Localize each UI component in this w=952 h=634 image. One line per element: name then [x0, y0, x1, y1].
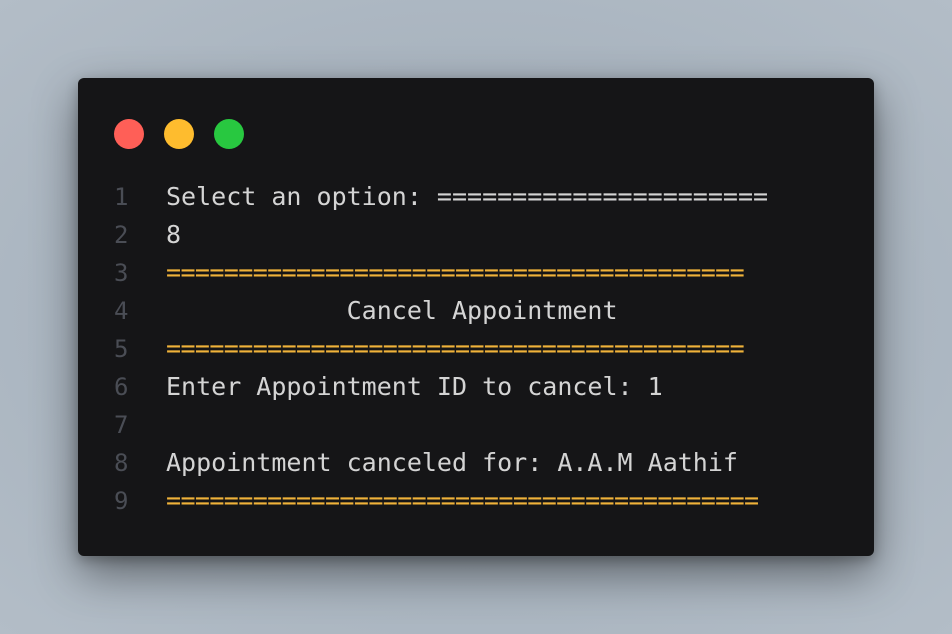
- close-button[interactable]: [114, 119, 144, 149]
- separator-line: ========================================…: [166, 486, 759, 515]
- maximize-button[interactable]: [214, 119, 244, 149]
- minimize-button[interactable]: [164, 119, 194, 149]
- line-number: 4: [114, 297, 129, 325]
- code-line: 9 ======================================…: [78, 482, 874, 520]
- line-number: 8: [114, 449, 129, 477]
- line-number: 6: [114, 373, 129, 401]
- code-line: 1 Select an option: ====================…: [78, 178, 874, 216]
- line-number: 3: [114, 259, 129, 287]
- line-number: 9: [114, 487, 129, 515]
- line-text: 8: [166, 220, 182, 249]
- code-line: 8 Appointment canceled for: A.A.M Aathif: [78, 444, 874, 482]
- code-line: 3 ======================================…: [78, 254, 874, 292]
- code-line: 4 Cancel Appointment: [78, 292, 874, 330]
- code-block: 1 Select an option: ====================…: [78, 178, 874, 520]
- line-text: Enter Appointment ID to cancel: 1: [166, 372, 663, 401]
- terminal-window: 1 Select an option: ====================…: [78, 78, 874, 556]
- line-number: 2: [114, 221, 129, 249]
- code-line: 6 Enter Appointment ID to cancel: 1: [78, 368, 874, 406]
- line-number: 5: [114, 335, 129, 363]
- line-text: Select an option: ======================: [166, 182, 769, 211]
- separator-line: ========================================: [166, 258, 745, 287]
- separator-line: ========================================: [166, 334, 745, 363]
- line-number: 1: [114, 183, 129, 211]
- code-line: 2 8: [78, 216, 874, 254]
- line-text: Appointment canceled for: A.A.M Aathif: [166, 448, 738, 477]
- line-number: 7: [114, 411, 129, 439]
- code-line: 5 ======================================…: [78, 330, 874, 368]
- heading-text: Cancel Appointment: [166, 296, 618, 325]
- window-controls: [114, 119, 244, 149]
- code-line: 7: [78, 406, 874, 444]
